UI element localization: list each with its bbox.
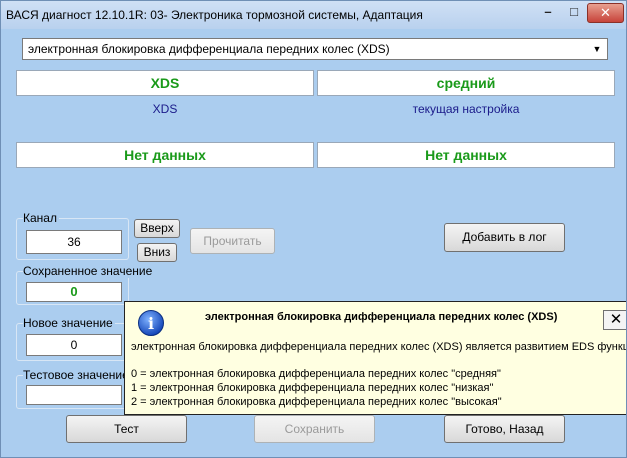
info-icon: i xyxy=(137,309,165,337)
channel-up-button[interactable]: Вверх xyxy=(134,219,180,238)
channel-input[interactable]: 36 xyxy=(26,230,122,254)
info-tooltip: i электронная блокировка дифференциала п… xyxy=(124,301,627,415)
value-box-left: XDS xyxy=(16,70,314,96)
caption-left: XDS xyxy=(152,102,178,116)
tooltip-description: электронная блокировка дифференциала пер… xyxy=(131,341,627,353)
caption-right: текущая настройка xyxy=(412,102,520,116)
tooltip-option-2: 2 = электронная блокировка дифференциала… xyxy=(131,396,502,408)
minimize-button[interactable]: – xyxy=(535,3,561,23)
new-value-input[interactable]: 0 xyxy=(26,334,122,356)
save-button[interactable]: Сохранить xyxy=(254,415,375,443)
tooltip-option-1: 1 = электронная блокировка дифференциала… xyxy=(131,382,494,394)
test-button[interactable]: Тест xyxy=(66,415,187,443)
close-button[interactable]: ✕ xyxy=(587,3,624,23)
tooltip-option-0: 0 = электронная блокировка дифференциала… xyxy=(131,368,501,380)
channel-down-button[interactable]: Вниз xyxy=(137,243,177,262)
add-to-log-button[interactable]: Добавить в лог xyxy=(444,223,565,252)
channel-label: Канал xyxy=(23,211,59,225)
tooltip-close-button[interactable]: ✕ xyxy=(603,310,626,330)
test-value-input[interactable] xyxy=(26,385,122,405)
window-title: ВАСЯ диагност 12.10.1R: 03- Электроника … xyxy=(6,8,423,22)
title-bar[interactable]: ВАСЯ диагност 12.10.1R: 03- Электроника … xyxy=(1,1,626,29)
function-select-value: электронная блокировка дифференциала пер… xyxy=(28,42,390,56)
read-button[interactable]: Прочитать xyxy=(190,228,275,254)
adaptation-window: ВАСЯ диагност 12.10.1R: 03- Электроника … xyxy=(0,0,627,458)
maximize-button[interactable]: □ xyxy=(561,3,587,23)
done-back-button[interactable]: Готово, Назад xyxy=(444,415,565,443)
info-icon-glyph: i xyxy=(148,314,154,333)
saved-value-field: 0 xyxy=(26,282,122,302)
tooltip-title: электронная блокировка дифференциала пер… xyxy=(205,311,558,323)
test-value-label: Тестовое значение xyxy=(23,368,131,382)
new-value-label: Новое значение xyxy=(23,316,115,330)
value-box-left-2: Нет данных xyxy=(16,142,314,168)
saved-value-label: Сохраненное значение xyxy=(23,264,155,278)
chevron-down-icon[interactable]: ▼ xyxy=(589,41,605,57)
value-box-right: средний xyxy=(317,70,615,96)
function-select[interactable]: электронная блокировка дифференциала пер… xyxy=(22,38,608,60)
value-box-right-2: Нет данных xyxy=(317,142,615,168)
